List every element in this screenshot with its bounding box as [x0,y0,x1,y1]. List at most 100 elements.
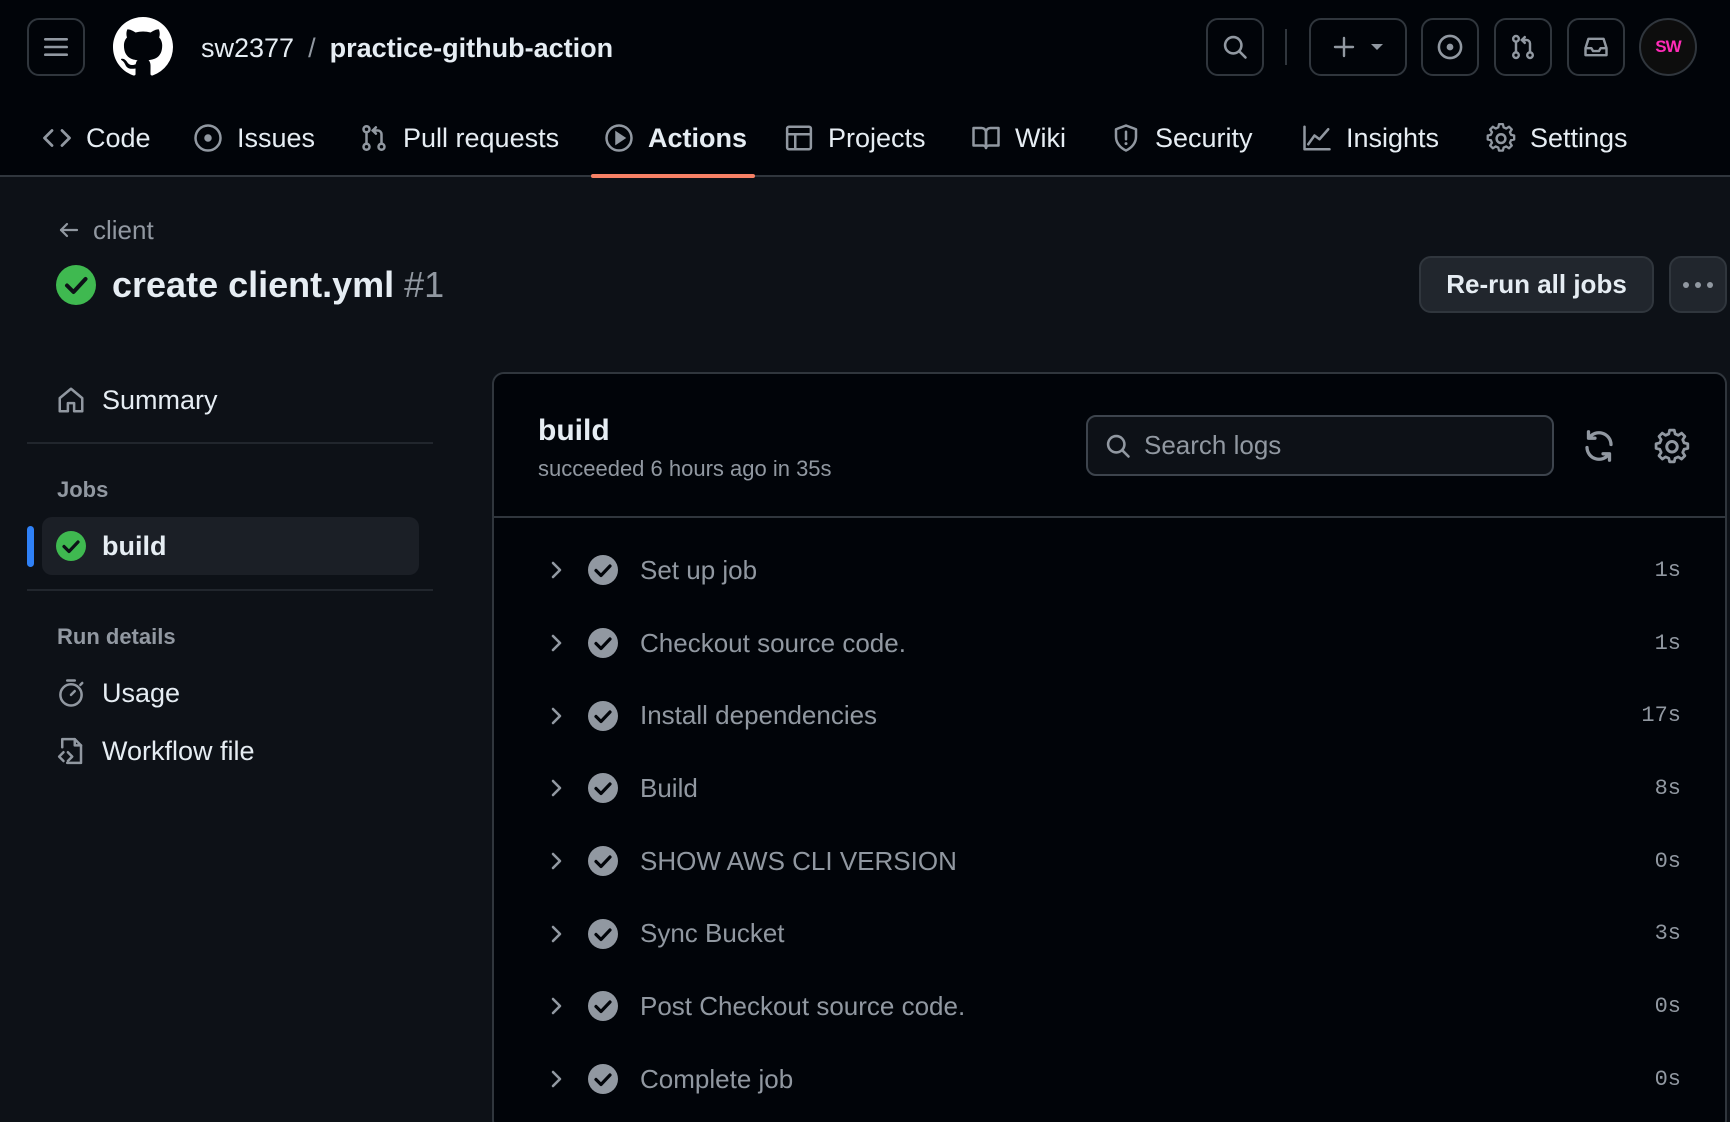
arrow-left-icon [59,222,79,238]
issues-button[interactable] [1421,18,1479,76]
home-icon [58,387,84,413]
step-label: Complete job [640,1063,794,1094]
job-step[interactable]: Sync Bucket 3s [494,897,1725,970]
sidebar-item-job-build[interactable]: build [42,517,419,575]
chevron-right-icon [551,998,562,1015]
step-duration: 0s [1654,848,1681,874]
tab-label: Issues [237,122,316,153]
gear-icon [1486,123,1516,152]
gear-icon[interactable] [1654,428,1690,464]
check-circle-fill-icon [588,1064,618,1095]
run-title: create client.yml #1 [56,259,444,311]
check-circle-fill-icon [588,991,618,1022]
chevron-right-icon [551,1070,562,1088]
chevron-right-icon [551,634,562,652]
sidebar-item-summary[interactable]: Summary [56,375,218,425]
step-duration: 3s [1654,921,1681,947]
pull-requests-button[interactable] [1494,18,1552,76]
step-label: Post Checkout source code. [640,990,966,1021]
tab-pull-requests[interactable]: Pull requests [359,105,559,177]
job-step[interactable]: SHOW AWS CLI VERSION 0s [494,825,1725,898]
step-duration: 1s [1654,630,1681,656]
chevron-right-icon [551,707,562,725]
tab-issues[interactable]: Issues [193,105,315,177]
git-pull-request-icon [1511,34,1535,60]
sidebar-item-usage[interactable]: Usage [56,668,180,718]
more-options-button[interactable] [1669,256,1727,313]
create-new-button[interactable] [1309,18,1407,76]
step-duration: 0s [1654,1066,1681,1092]
job-name: build [538,414,610,447]
check-circle-fill-icon [56,265,96,305]
refresh-icon[interactable] [1581,428,1617,464]
code-icon [43,129,71,147]
chevron-right-icon [551,852,562,870]
check-circle-fill-icon [56,531,86,561]
job-step[interactable]: Build 8s [494,752,1725,825]
job-steps-list: Set up job 1s Checkout source code. 1s I… [494,534,1725,1116]
search-button[interactable] [1206,18,1264,76]
step-label: Checkout source code. [640,627,906,658]
back-to-workflow-link[interactable]: client [57,212,154,248]
tab-actions[interactable]: Actions [604,105,747,177]
job-step[interactable]: Checkout source code. 1s [494,607,1725,680]
step-label: Build [640,772,698,803]
check-circle-fill-icon [588,773,618,804]
check-circle-fill-icon [588,918,618,949]
shield-icon [1114,124,1138,152]
workflow-file-label: Workflow file [102,735,255,766]
step-duration: 1s [1654,557,1681,583]
summary-label: Summary [102,384,218,415]
step-label: SHOW AWS CLI VERSION [640,845,957,876]
search-logs-input[interactable] [1144,430,1524,461]
pull-request-icon [362,124,386,152]
sidebar-divider [27,589,433,591]
sidebar-item-workflow-file[interactable]: Workflow file [56,726,255,776]
tab-security[interactable]: Security [1111,105,1253,177]
job-label: build [102,530,167,561]
menu-button[interactable] [27,18,85,76]
job-step[interactable]: Set up job 1s [494,534,1725,607]
tab-label: Actions [648,122,748,153]
tab-code[interactable]: Code [42,105,151,177]
rerun-all-jobs-button[interactable]: Re-run all jobs [1419,256,1654,313]
tab-settings[interactable]: Settings [1486,105,1628,177]
tab-insights[interactable]: Insights [1302,105,1439,177]
job-step[interactable]: Install dependencies 17s [494,679,1725,752]
repo-name-link[interactable]: practice-github-action [330,33,614,64]
sidebar-divider [27,442,433,444]
chevron-right-icon [551,562,562,579]
job-log-panel: build succeeded 6 hours ago in 35s Set u… [492,372,1727,1122]
issue-opened-icon [1437,34,1463,60]
user-avatar[interactable]: SW [1639,18,1697,76]
active-tab-indicator [591,174,755,178]
tab-label: Code [86,122,151,153]
triangle-down-icon [1371,44,1383,50]
header-divider [1285,29,1287,65]
step-duration: 0s [1654,993,1681,1019]
search-logs-field[interactable] [1086,415,1554,476]
job-step[interactable]: Post Checkout source code. 0s [494,970,1725,1043]
check-circle-fill-icon [588,555,618,586]
chevron-right-icon [551,925,562,943]
inbox-button[interactable] [1567,18,1625,76]
search-icon [1223,35,1247,59]
tab-wiki[interactable]: Wiki [971,105,1066,177]
step-duration: 8s [1654,775,1681,801]
run-number: #1 [404,264,445,305]
repo-breadcrumb: sw2377 / practice-github-action [201,28,613,68]
job-status-text: succeeded 6 hours ago in 35s [538,456,832,481]
repo-owner-link[interactable]: sw2377 [201,33,294,64]
check-circle-fill-icon [588,700,618,731]
tab-projects[interactable]: Projects [784,105,926,177]
step-label: Set up job [640,554,758,585]
step-label: Install dependencies [640,700,878,731]
jobs-heading: Jobs [57,477,109,502]
plus-icon [1333,36,1355,58]
run-title-text: create client.yml [112,264,395,305]
github-logo-icon[interactable] [113,17,173,77]
table-icon [785,125,813,151]
job-step[interactable]: Complete job 0s [494,1043,1725,1116]
step-label: Sync Bucket [640,918,785,949]
usage-label: Usage [102,677,181,708]
